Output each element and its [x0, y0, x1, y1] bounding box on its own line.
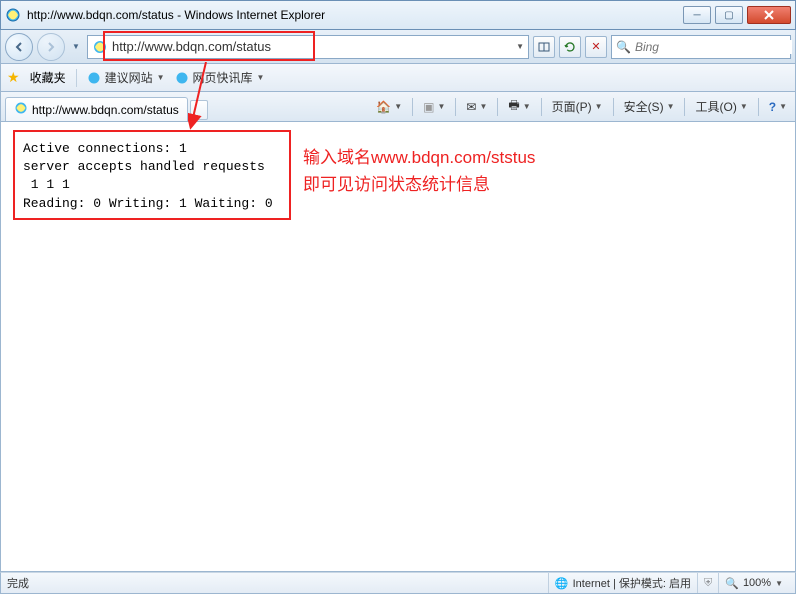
home-button[interactable]: 🏠▼ — [372, 98, 406, 116]
home-icon: 🏠 — [376, 100, 391, 114]
print-button[interactable]: 🖶▼ — [504, 94, 534, 119]
web-slice-label: 网页快讯库 — [193, 69, 253, 86]
nginx-status-output: Active connections: 1 server accepts han… — [13, 130, 291, 220]
status-bar: 完成 🌐 Internet | 保护模式: 启用 ⛨ 🔍 100% ▼ — [0, 572, 796, 594]
divider — [684, 98, 685, 116]
suggested-sites-label: 建议网站 — [105, 69, 153, 86]
window-buttons: ─ ▢ — [683, 6, 791, 24]
window-title: http://www.bdqn.com/status - Windows Int… — [27, 8, 683, 22]
divider — [455, 98, 456, 116]
stop-button[interactable]: ✕ — [585, 36, 607, 58]
print-icon: 🖶 — [508, 96, 519, 117]
feeds-button[interactable]: ▣▼ — [419, 98, 449, 116]
page-menu[interactable]: 页面(P) ▼ — [548, 96, 607, 117]
chevron-down-icon: ▼ — [775, 579, 783, 588]
close-button[interactable] — [747, 6, 791, 24]
ie-icon — [175, 71, 189, 85]
zoom-icon: 🔍 — [725, 577, 739, 590]
rss-icon: ▣ — [423, 100, 434, 114]
help-button[interactable]: ?▼ — [765, 98, 791, 116]
history-dropdown[interactable]: ▼ — [69, 34, 83, 60]
new-tab-button[interactable] — [190, 100, 208, 120]
web-slice-gallery[interactable]: 网页快讯库 ▼ — [175, 69, 265, 86]
globe-icon: 🌐 — [555, 577, 569, 590]
page-icon — [92, 39, 108, 55]
zoom-level: 100% — [743, 577, 771, 589]
address-bar[interactable]: ▼ — [87, 35, 529, 59]
window-titlebar: http://www.bdqn.com/status - Windows Int… — [0, 0, 796, 30]
ie-icon — [87, 71, 101, 85]
divider — [613, 98, 614, 116]
divider — [497, 98, 498, 116]
tab-current[interactable]: http://www.bdqn.com/status — [5, 97, 188, 121]
minimize-button[interactable]: ─ — [683, 6, 711, 24]
popup-blocker-indicator[interactable]: ⛨ — [697, 573, 718, 593]
search-icon: 🔍 — [616, 40, 631, 54]
help-icon: ? — [769, 100, 776, 114]
favorites-bar: ★ 收藏夹 建议网站 ▼ 网页快讯库 ▼ — [0, 64, 796, 92]
url-input[interactable] — [112, 39, 516, 54]
back-button[interactable] — [5, 33, 33, 61]
annotation-line1: 输入域名www.bdqn.com/ststus — [303, 144, 535, 171]
search-box[interactable]: 🔍 — [611, 35, 791, 59]
url-dropdown-icon[interactable]: ▼ — [516, 42, 524, 51]
divider — [758, 98, 759, 116]
mail-button[interactable]: ✉▼ — [462, 98, 491, 116]
zone-indicator[interactable]: 🌐 Internet | 保护模式: 启用 — [548, 573, 697, 593]
forward-button[interactable] — [37, 33, 65, 61]
divider — [541, 98, 542, 116]
suggested-sites[interactable]: 建议网站 ▼ — [87, 69, 165, 86]
maximize-button[interactable]: ▢ — [715, 6, 743, 24]
navigation-bar: ▼ ▼ ✕ 🔍 — [0, 30, 796, 64]
tab-command-bar: http://www.bdqn.com/status 🏠▼ ▣▼ ✉▼ 🖶▼ 页… — [0, 92, 796, 122]
tab-title: http://www.bdqn.com/status — [32, 103, 179, 117]
tools-menu[interactable]: 工具(O) ▼ — [691, 96, 751, 117]
annotation-text: 输入域名www.bdqn.com/ststus 即可见访问状态统计信息 — [303, 144, 535, 198]
search-input[interactable] — [635, 40, 792, 54]
ie-icon — [5, 7, 21, 23]
compat-view-button[interactable] — [533, 36, 555, 58]
page-content: Active connections: 1 server accepts han… — [0, 122, 796, 572]
safety-menu[interactable]: 安全(S) ▼ — [620, 96, 679, 117]
shield-icon: ⛨ — [704, 577, 712, 590]
zoom-control[interactable]: 🔍 100% ▼ — [718, 573, 789, 593]
mail-icon: ✉ — [466, 100, 476, 114]
divider — [412, 98, 413, 116]
favorites-label[interactable]: 收藏夹 — [30, 69, 66, 86]
zone-label: Internet | 保护模式: 启用 — [573, 575, 691, 591]
chevron-down-icon: ▼ — [157, 73, 165, 82]
ie-icon — [14, 101, 28, 118]
refresh-button[interactable] — [559, 36, 581, 58]
divider — [76, 69, 77, 87]
favorites-star-icon[interactable]: ★ — [7, 69, 20, 86]
annotation-line2: 即可见访问状态统计信息 — [303, 171, 535, 198]
chevron-down-icon: ▼ — [257, 73, 265, 82]
status-text: 完成 — [7, 575, 29, 591]
